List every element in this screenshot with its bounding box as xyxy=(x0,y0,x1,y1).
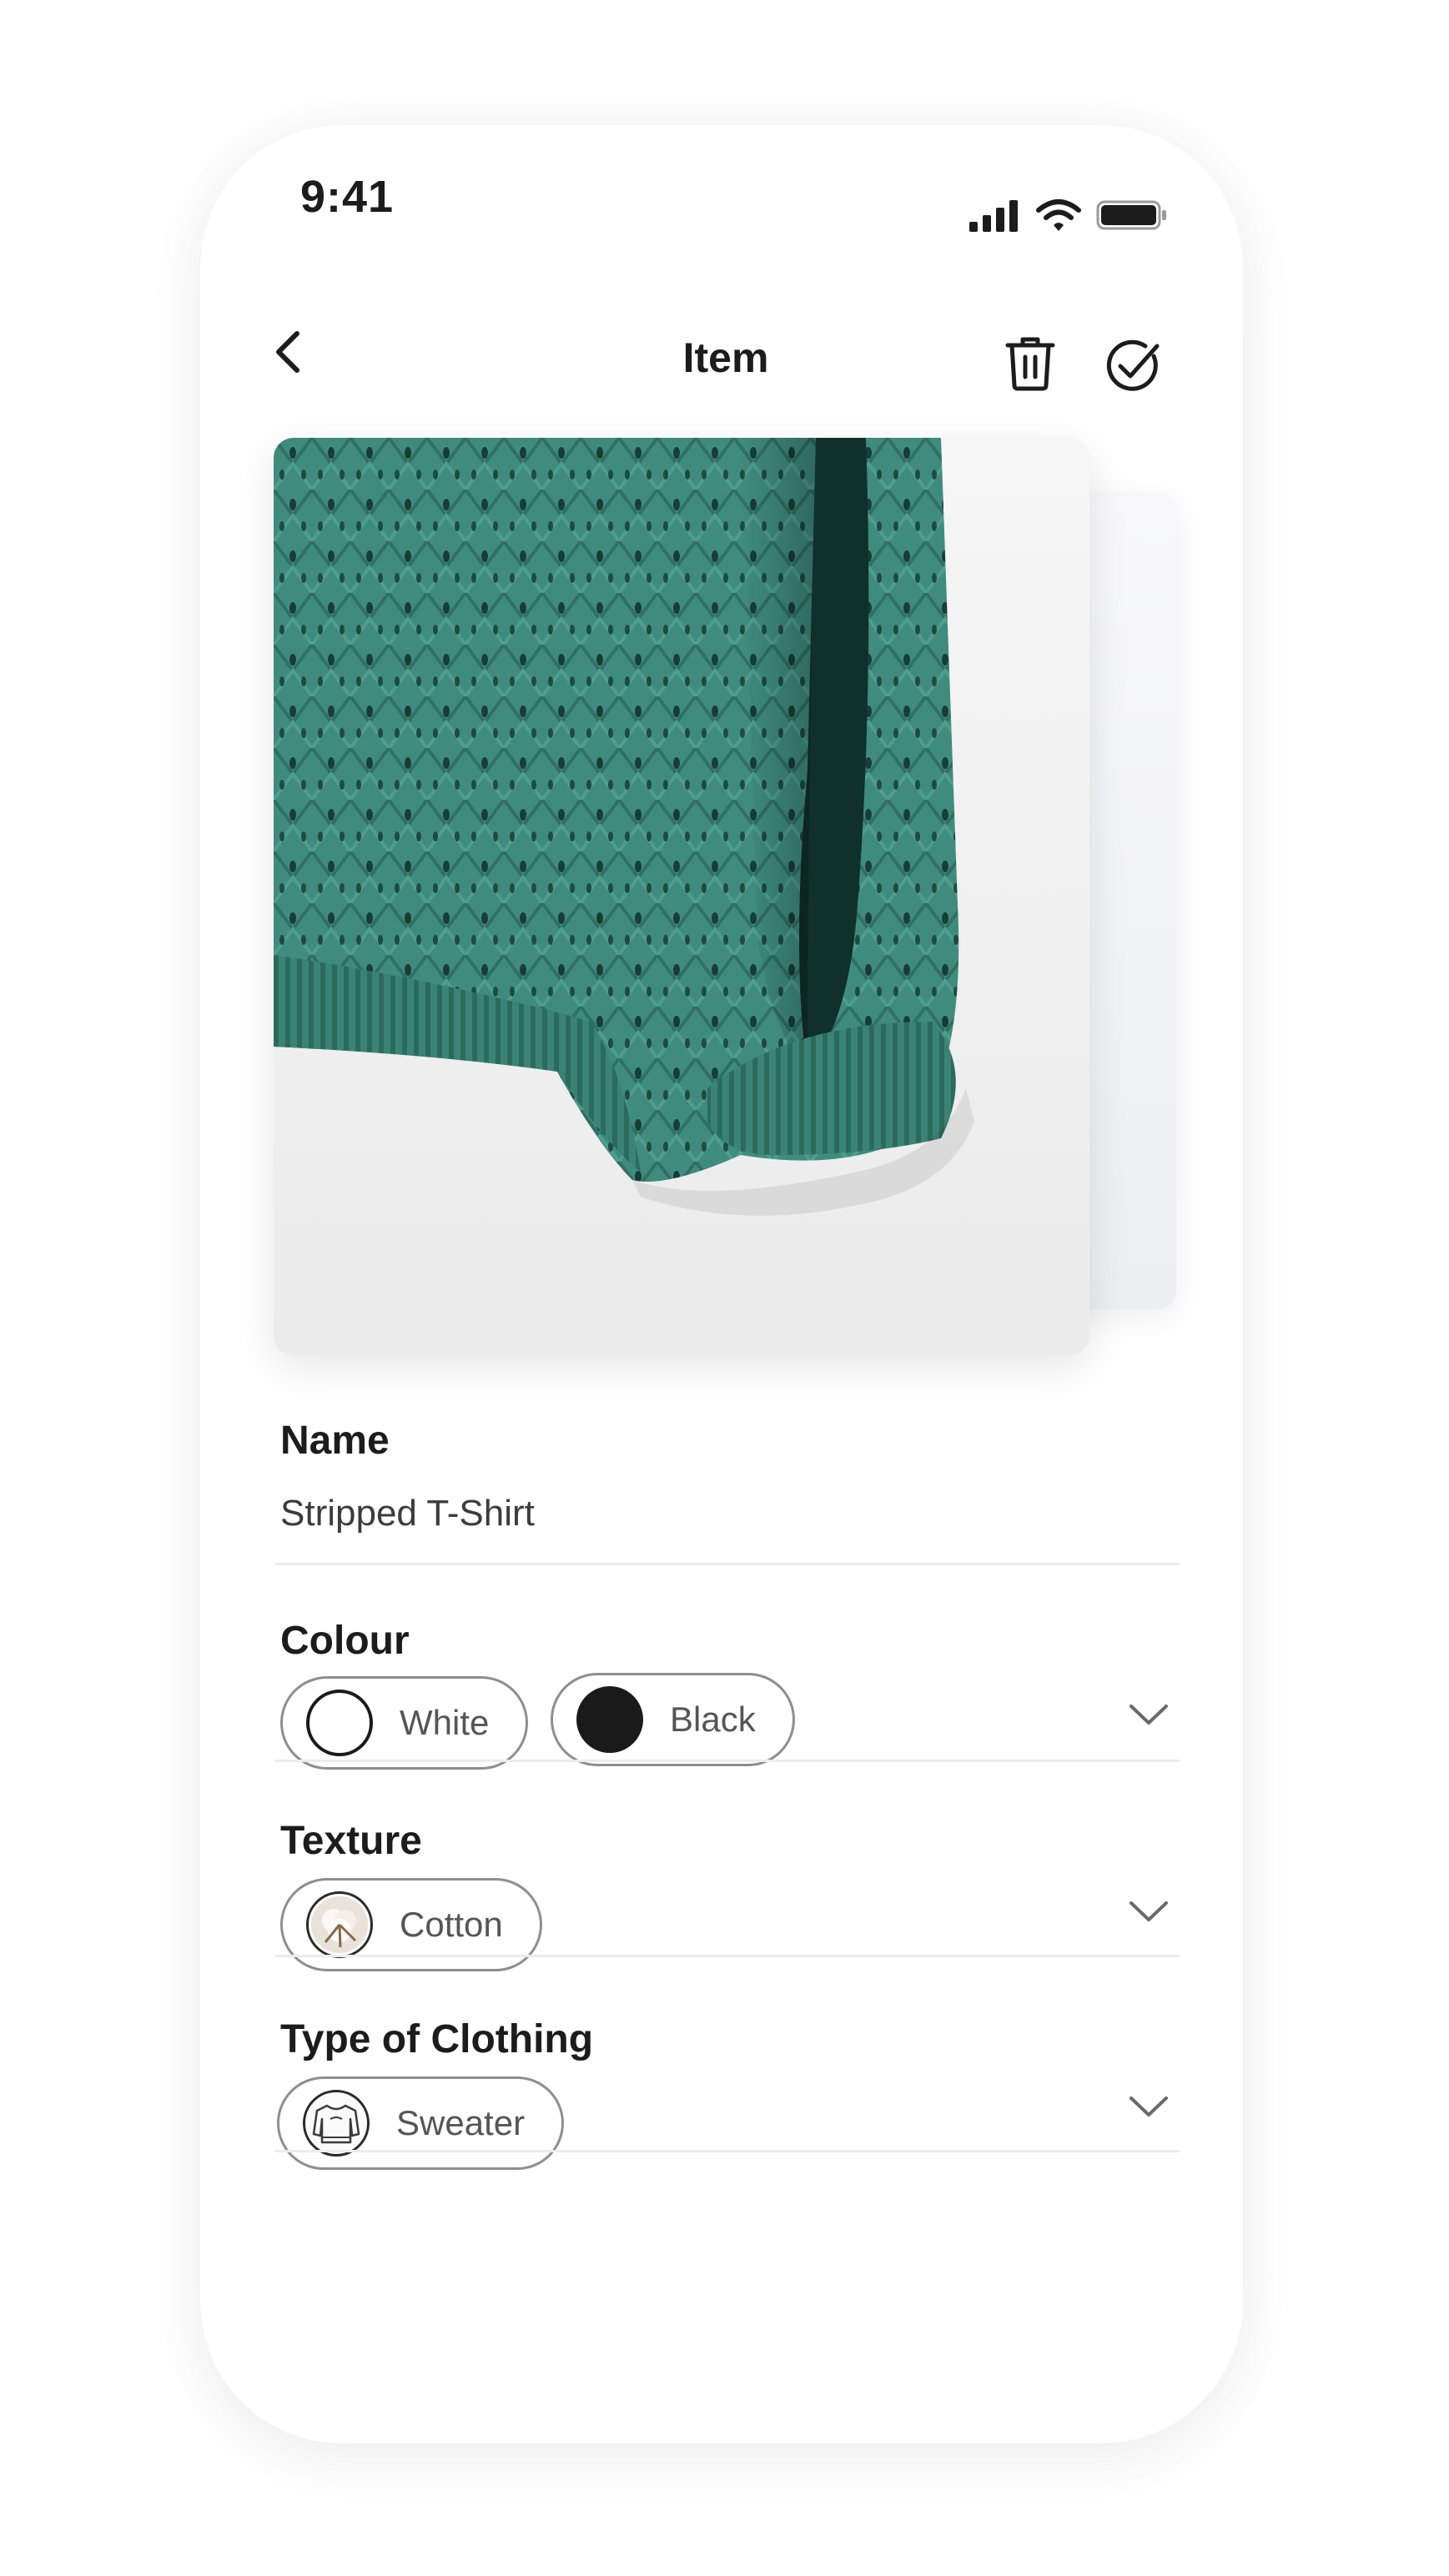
name-label: Name xyxy=(280,1419,390,1463)
back-chevron-icon xyxy=(276,331,299,373)
item-photo[interactable] xyxy=(274,438,1089,1355)
cellular-signal-icon xyxy=(969,200,1018,232)
chip-label: Cotton xyxy=(400,1905,503,1944)
black-swatch-icon xyxy=(576,1686,643,1753)
texture-dropdown-chevron-down-icon[interactable] xyxy=(1128,1898,1170,1925)
wifi-icon xyxy=(1036,199,1081,231)
cotton-icon xyxy=(306,1891,373,1958)
colour-underline xyxy=(275,1760,1180,1762)
check-circle-icon xyxy=(1106,339,1160,391)
chip-label: White xyxy=(400,1703,490,1742)
clothing-type-chip-sweater[interactable]: Sweater xyxy=(277,2076,565,2170)
texture-underline xyxy=(275,1955,1180,1957)
chip-label: Sweater xyxy=(396,2103,526,2142)
colour-chip-black[interactable]: Black xyxy=(551,1673,795,1766)
save-button[interactable] xyxy=(1101,334,1165,397)
page-title: Item xyxy=(682,334,769,381)
sweater-icon xyxy=(303,2090,370,2157)
trash-icon xyxy=(1005,337,1055,391)
colour-chip-white[interactable]: White xyxy=(280,1676,529,1770)
name-underline xyxy=(275,1563,1180,1565)
clothing-type-label: Type of Clothing xyxy=(280,2017,594,2061)
texture-label: Texture xyxy=(280,1819,422,1863)
name-input[interactable]: Stripped T-Shirt xyxy=(280,1493,535,1534)
texture-chip-cotton[interactable]: Cotton xyxy=(280,1878,542,1971)
battery-icon xyxy=(1096,200,1166,230)
status-icons xyxy=(968,198,1168,232)
clothing-type-dropdown-chevron-down-icon[interactable] xyxy=(1128,2093,1170,2120)
clothing-type-underline xyxy=(275,2150,1180,2152)
colour-dropdown-chevron-down-icon[interactable] xyxy=(1128,1701,1170,1728)
back-button[interactable] xyxy=(267,325,309,379)
status-time: 9:41 xyxy=(300,172,395,222)
colour-label: Colour xyxy=(280,1619,410,1663)
chip-label: Black xyxy=(670,1700,756,1739)
sweater-photo xyxy=(274,438,1089,1355)
delete-button[interactable] xyxy=(1001,334,1059,394)
white-swatch-icon xyxy=(306,1690,373,1756)
